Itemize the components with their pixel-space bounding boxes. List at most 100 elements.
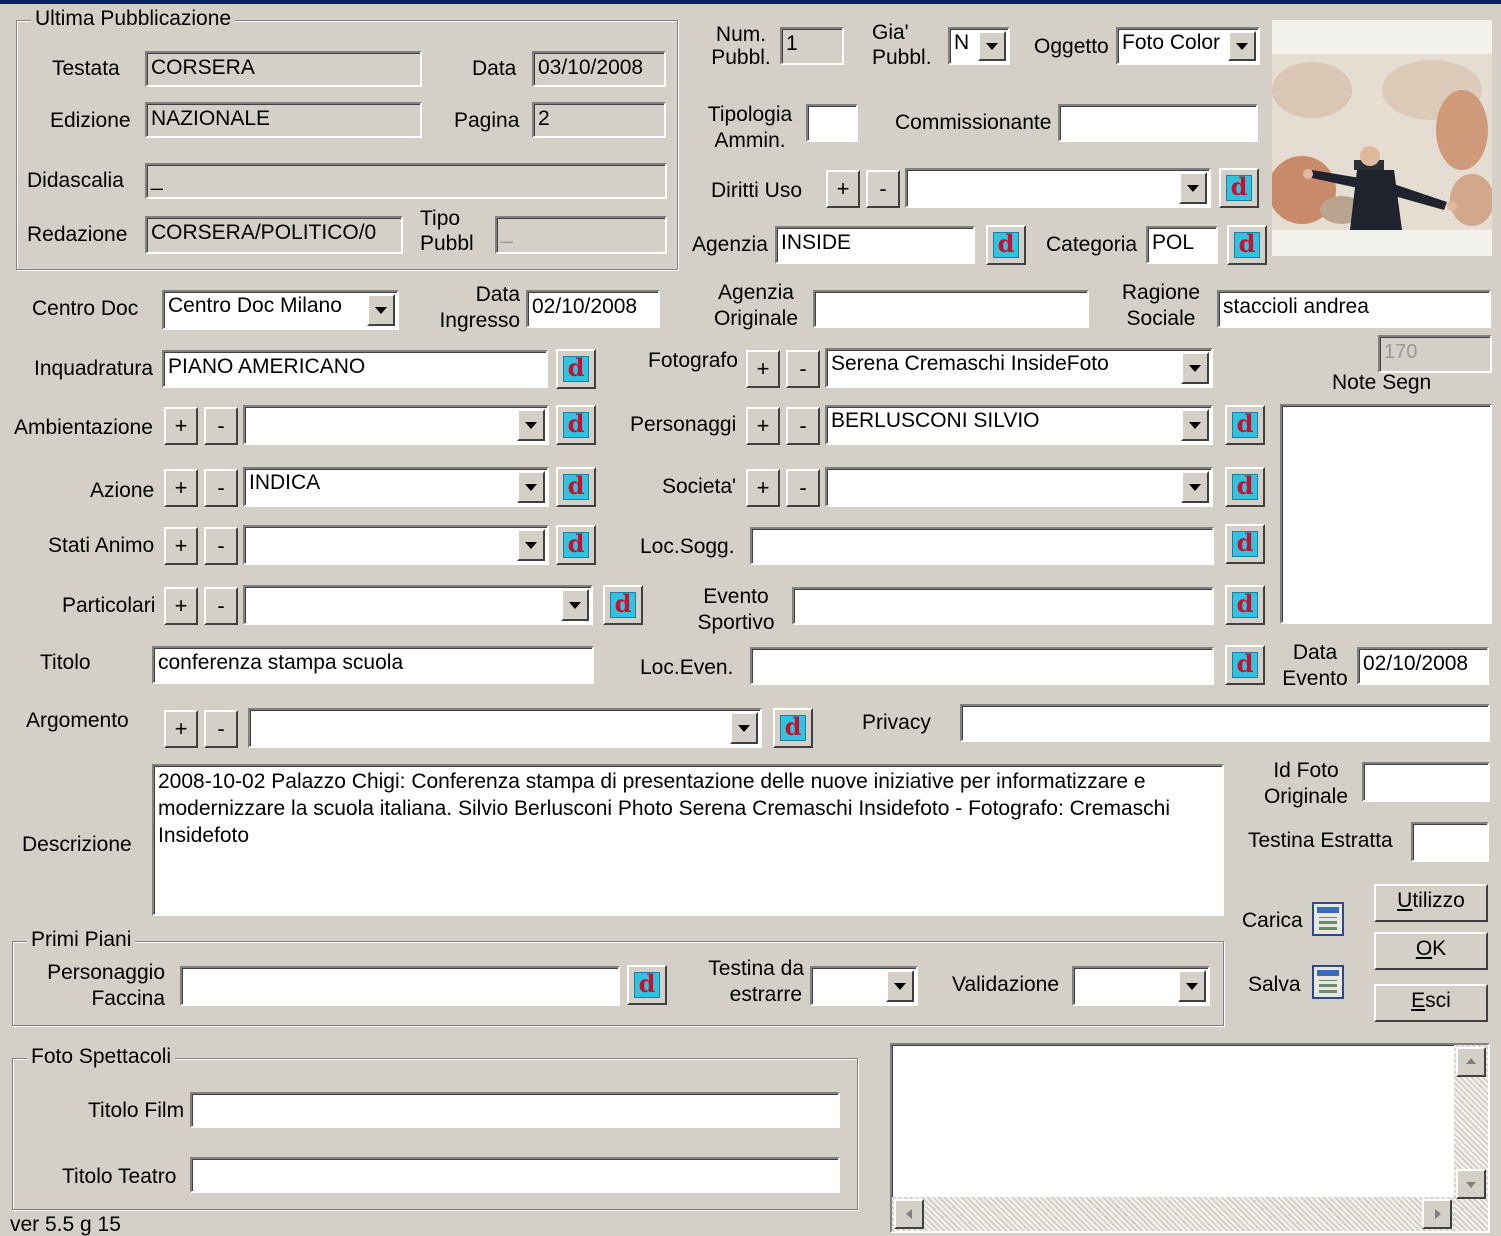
loc-even-lookup-button[interactable]: d [1225,645,1265,685]
azione-lookup-button[interactable]: d [556,467,596,507]
particolari-select[interactable] [243,585,593,625]
scroll-up-icon[interactable] [1456,1047,1486,1077]
ragione-sociale-field[interactable]: staccioli andrea [1217,290,1491,328]
particolari-add-button[interactable]: + [164,587,198,625]
argomento-select[interactable] [248,708,762,748]
chevron-down-icon[interactable] [1181,409,1209,441]
ambientazione-lookup-button[interactable]: d [556,405,596,445]
chevron-down-icon[interactable] [1181,471,1209,503]
privacy-field[interactable] [960,704,1490,742]
particolari-lookup-button[interactable]: d [603,585,643,625]
didascalia-field[interactable]: _ [145,163,667,199]
personaggi-add-button[interactable]: + [746,407,780,445]
utilizzo-button[interactable]: Utilizzo [1374,884,1488,922]
testina-estratta-field[interactable] [1411,822,1489,862]
argomento-remove-button[interactable]: - [204,710,238,748]
fotografo-add-button[interactable]: + [746,350,780,388]
save-icon[interactable] [1312,965,1344,999]
scroll-right-icon[interactable] [1422,1199,1452,1229]
loc-sogg-lookup-button[interactable]: d [1225,524,1265,564]
personaggio-faccina-field[interactable] [180,966,620,1006]
data-field[interactable]: 03/10/2008 [532,51,666,87]
diritti-uso-remove-button[interactable]: - [866,170,900,208]
personaggio-faccina-lookup-button[interactable]: d [627,965,667,1005]
esci-button[interactable]: Esci [1374,984,1488,1022]
titolo-field[interactable]: conferenza stampa scuola [152,646,594,684]
chevron-down-icon[interactable] [517,471,545,503]
vertical-scrollbar[interactable] [1454,1045,1488,1231]
personaggi-lookup-button[interactable]: d [1225,405,1265,445]
chevron-down-icon[interactable] [978,31,1006,61]
descrizione-textarea[interactable]: 2008-10-02 Palazzo Chigi: Conferenza sta… [152,764,1224,916]
stati-animo-select[interactable] [243,525,549,565]
num-pubbl-field[interactable]: 1 [780,27,844,65]
redazione-field[interactable]: CORSERA/POLITICO/0 [145,216,403,254]
evento-sportivo-lookup-button[interactable]: d [1225,585,1265,625]
id-foto-originale-field[interactable] [1362,762,1490,802]
diritti-uso-select[interactable] [905,168,1211,208]
fotografo-remove-button[interactable]: - [786,350,820,388]
personaggi-select[interactable]: BERLUSCONI SILVIO [825,405,1213,445]
evento-sportivo-field[interactable] [792,587,1214,625]
chevron-down-icon[interactable] [886,970,914,1002]
photo-thumbnail[interactable] [1272,20,1492,256]
categoria-lookup-button[interactable]: d [1227,225,1267,265]
load-icon[interactable] [1312,902,1344,936]
ambientazione-remove-button[interactable]: - [204,407,238,445]
particolari-remove-button[interactable]: - [204,587,238,625]
pagina-field[interactable]: 2 [532,102,666,138]
ambientazione-add-button[interactable]: + [164,407,198,445]
azione-add-button[interactable]: + [164,469,198,507]
azione-remove-button[interactable]: - [204,469,238,507]
personaggi-remove-button[interactable]: - [786,407,820,445]
agenzia-originale-field[interactable] [813,290,1089,328]
ok-button[interactable]: OK [1374,932,1488,970]
stati-animo-add-button[interactable]: + [164,527,198,565]
chevron-down-icon[interactable] [517,409,545,441]
societa-lookup-button[interactable]: d [1225,467,1265,507]
titolo-film-field[interactable] [190,1092,840,1128]
agenzia-field[interactable]: INSIDE [775,226,975,264]
memo-textarea[interactable] [890,1043,1490,1233]
societa-add-button[interactable]: + [746,469,780,507]
chevron-down-icon[interactable] [517,529,545,561]
data-evento-field[interactable]: 02/10/2008 [1357,647,1489,685]
edizione-field[interactable]: NAZIONALE [145,102,422,138]
chevron-down-icon[interactable] [1179,172,1207,204]
validazione-select[interactable] [1072,966,1210,1006]
argomento-lookup-button[interactable]: d [773,708,813,748]
loc-sogg-field[interactable] [750,527,1214,565]
diritti-uso-add-button[interactable]: + [826,170,860,208]
loc-even-field[interactable] [750,647,1214,685]
diritti-uso-lookup-button[interactable]: d [1219,168,1259,208]
societa-remove-button[interactable]: - [786,469,820,507]
chevron-down-icon[interactable] [1178,970,1206,1002]
scroll-down-icon[interactable] [1456,1169,1486,1199]
note-segn-textarea[interactable] [1280,404,1492,624]
chevron-down-icon[interactable] [730,712,758,744]
agenzia-lookup-button[interactable]: d [986,225,1026,265]
testata-field[interactable]: CORSERA [145,51,422,87]
chevron-down-icon[interactable] [367,294,395,326]
chevron-down-icon[interactable] [1181,352,1209,384]
argomento-add-button[interactable]: + [164,710,198,748]
horizontal-scrollbar[interactable] [892,1197,1454,1231]
gia-pubbl-select[interactable]: N [948,27,1010,65]
titolo-teatro-field[interactable] [190,1157,840,1193]
categoria-field[interactable]: POL [1146,226,1218,264]
commissionante-field[interactable] [1058,104,1258,142]
tipo-pubbl-field[interactable]: _ [495,216,667,254]
centro-doc-select[interactable]: Centro Doc Milano [162,290,399,330]
chevron-down-icon[interactable] [561,589,589,621]
oggetto-select[interactable]: Foto Color [1116,27,1260,65]
stati-animo-remove-button[interactable]: - [204,527,238,565]
azione-select[interactable]: INDICA [243,467,549,507]
inquadratura-field[interactable]: PIANO AMERICANO [162,350,548,388]
chevron-down-icon[interactable] [1228,31,1256,61]
fotografo-select[interactable]: Serena Cremaschi InsideFoto [825,348,1213,388]
inquadratura-lookup-button[interactable]: d [556,349,596,389]
tipologia-ammin-field[interactable] [806,104,858,142]
testina-da-estrarre-select[interactable] [810,966,918,1006]
data-ingresso-field[interactable]: 02/10/2008 [526,290,660,328]
stati-animo-lookup-button[interactable]: d [556,525,596,565]
